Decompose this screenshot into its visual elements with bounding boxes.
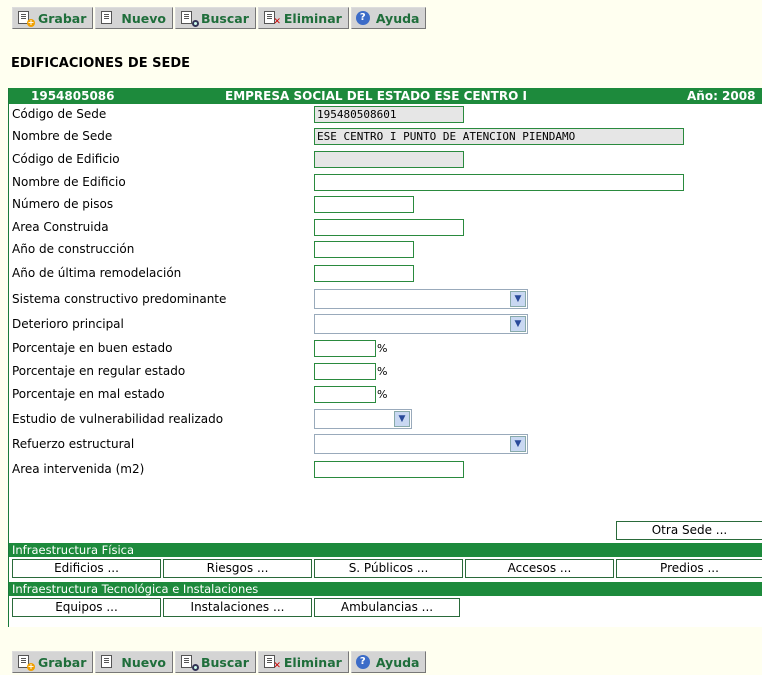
year-label: Año: 2008 bbox=[687, 89, 756, 103]
vulnerability-select[interactable]: ▼ bbox=[314, 409, 412, 429]
accesses-button[interactable]: Accesos ... bbox=[465, 559, 614, 578]
save-icon: + bbox=[17, 11, 35, 27]
chevron-down-icon[interactable]: ▼ bbox=[510, 436, 526, 452]
save-icon: + bbox=[17, 655, 35, 671]
page-title: EDIFICACIONES DE SEDE bbox=[11, 56, 191, 71]
top-toolbar: + Grabar Nuevo Buscar ✕ Eliminar ? Ayuda bbox=[12, 7, 428, 31]
delete-icon: ✕ bbox=[263, 11, 281, 27]
regular-state-label: Porcentaje en regular estado bbox=[12, 364, 186, 378]
built-area-input[interactable] bbox=[314, 219, 464, 236]
construction-system-label: Sistema constructivo predominante bbox=[12, 292, 227, 306]
site-building-form: 1954805086 EMPRESA SOCIAL DEL ESTADO ESE… bbox=[8, 88, 762, 627]
help-icon: ? bbox=[355, 655, 370, 669]
percent-sign: % bbox=[377, 388, 388, 401]
delete-label: Eliminar bbox=[283, 654, 342, 670]
save-label: Grabar bbox=[38, 654, 87, 670]
bottom-toolbar: + Grabar Nuevo Buscar ✕ Eliminar ? Ayuda bbox=[12, 651, 428, 675]
intervened-area-label: Area intervenida (m2) bbox=[12, 462, 145, 476]
building-name-input[interactable] bbox=[314, 174, 684, 191]
deterioration-select[interactable]: ▼ bbox=[314, 314, 528, 334]
search-icon bbox=[180, 655, 199, 671]
vulnerability-label: Estudio de vulnerabilidad realizado bbox=[12, 412, 224, 426]
delete-button[interactable]: ✕ Eliminar bbox=[257, 651, 349, 673]
new-document-icon bbox=[100, 655, 116, 669]
delete-button[interactable]: ✕ Eliminar bbox=[257, 7, 349, 29]
search-label: Buscar bbox=[201, 10, 249, 26]
percent-sign: % bbox=[377, 342, 388, 355]
new-label: Nuevo bbox=[121, 654, 166, 670]
new-button[interactable]: Nuevo bbox=[95, 7, 173, 29]
search-icon bbox=[180, 11, 199, 27]
new-document-icon bbox=[100, 11, 116, 25]
site-name-field: ESE CENTRO I PUNTO DE ATENCION PIENDAMO bbox=[314, 128, 684, 145]
search-button[interactable]: Buscar bbox=[175, 651, 256, 673]
site-code-label: Código de Sede bbox=[12, 107, 107, 121]
deterioration-label: Deterioro principal bbox=[12, 317, 124, 331]
help-button[interactable]: ? Ayuda bbox=[350, 651, 427, 673]
new-label: Nuevo bbox=[121, 10, 166, 26]
floors-input[interactable] bbox=[314, 196, 414, 213]
chevron-down-icon[interactable]: ▼ bbox=[510, 291, 526, 307]
equipment-button[interactable]: Equipos ... bbox=[12, 598, 161, 617]
bad-state-input[interactable] bbox=[314, 386, 376, 403]
floors-label: Número de pisos bbox=[12, 197, 114, 211]
save-button[interactable]: + Grabar bbox=[12, 7, 94, 29]
help-label: Ayuda bbox=[375, 10, 420, 26]
chevron-down-icon[interactable]: ▼ bbox=[394, 411, 410, 427]
bad-state-label: Porcentaje en mal estado bbox=[12, 387, 165, 401]
intervened-area-input[interactable] bbox=[314, 461, 464, 478]
built-area-label: Area Construida bbox=[12, 220, 109, 234]
save-button[interactable]: + Grabar bbox=[12, 651, 94, 673]
building-code-label: Código de Edificio bbox=[12, 152, 120, 166]
building-code-field bbox=[314, 151, 464, 168]
reinforcement-label: Refuerzo estructural bbox=[12, 437, 135, 451]
delete-icon: ✕ bbox=[263, 655, 281, 671]
public-services-button[interactable]: S. Públicos ... bbox=[314, 559, 463, 578]
help-button[interactable]: ? Ayuda bbox=[350, 7, 427, 29]
site-name-label: Nombre de Sede bbox=[12, 129, 113, 143]
remodel-year-label: Año de última remodelación bbox=[12, 266, 182, 280]
regular-state-input[interactable] bbox=[314, 363, 376, 380]
percent-sign: % bbox=[377, 365, 388, 378]
delete-label: Eliminar bbox=[283, 10, 342, 26]
installations-button[interactable]: Instalaciones ... bbox=[163, 598, 312, 617]
buildings-button[interactable]: Edificios ... bbox=[12, 559, 161, 578]
help-icon: ? bbox=[355, 11, 370, 25]
ambulances-button[interactable]: Ambulancias ... bbox=[314, 598, 460, 617]
good-state-input[interactable] bbox=[314, 340, 376, 357]
construction-system-select[interactable]: ▼ bbox=[314, 289, 528, 309]
other-site-button[interactable]: Otra Sede ... bbox=[616, 521, 762, 540]
help-label: Ayuda bbox=[375, 654, 420, 670]
search-button[interactable]: Buscar bbox=[175, 7, 256, 29]
construction-year-input[interactable] bbox=[314, 241, 414, 258]
construction-year-label: Año de construcción bbox=[12, 242, 135, 256]
properties-button[interactable]: Predios ... bbox=[616, 559, 762, 578]
good-state-label: Porcentaje en buen estado bbox=[12, 341, 173, 355]
new-button[interactable]: Nuevo bbox=[95, 651, 173, 673]
tech-infrastructure-bar: Infraestructura Tecnológica e Instalacio… bbox=[9, 582, 762, 596]
physical-infrastructure-bar: Infraestructura Física bbox=[9, 543, 762, 557]
entity-name: EMPRESA SOCIAL DEL ESTADO ESE CENTRO I bbox=[225, 89, 527, 103]
building-name-label: Nombre de Edificio bbox=[12, 175, 126, 189]
chevron-down-icon[interactable]: ▼ bbox=[510, 316, 526, 332]
save-label: Grabar bbox=[38, 10, 87, 26]
entity-code: 1954805086 bbox=[31, 89, 115, 103]
site-code-field: 195480508601 bbox=[314, 106, 464, 123]
search-label: Buscar bbox=[201, 654, 249, 670]
entity-header: 1954805086 EMPRESA SOCIAL DEL ESTADO ESE… bbox=[9, 88, 762, 104]
remodel-year-input[interactable] bbox=[314, 265, 414, 282]
risks-button[interactable]: Riesgos ... bbox=[163, 559, 312, 578]
reinforcement-select[interactable]: ▼ bbox=[314, 434, 528, 454]
